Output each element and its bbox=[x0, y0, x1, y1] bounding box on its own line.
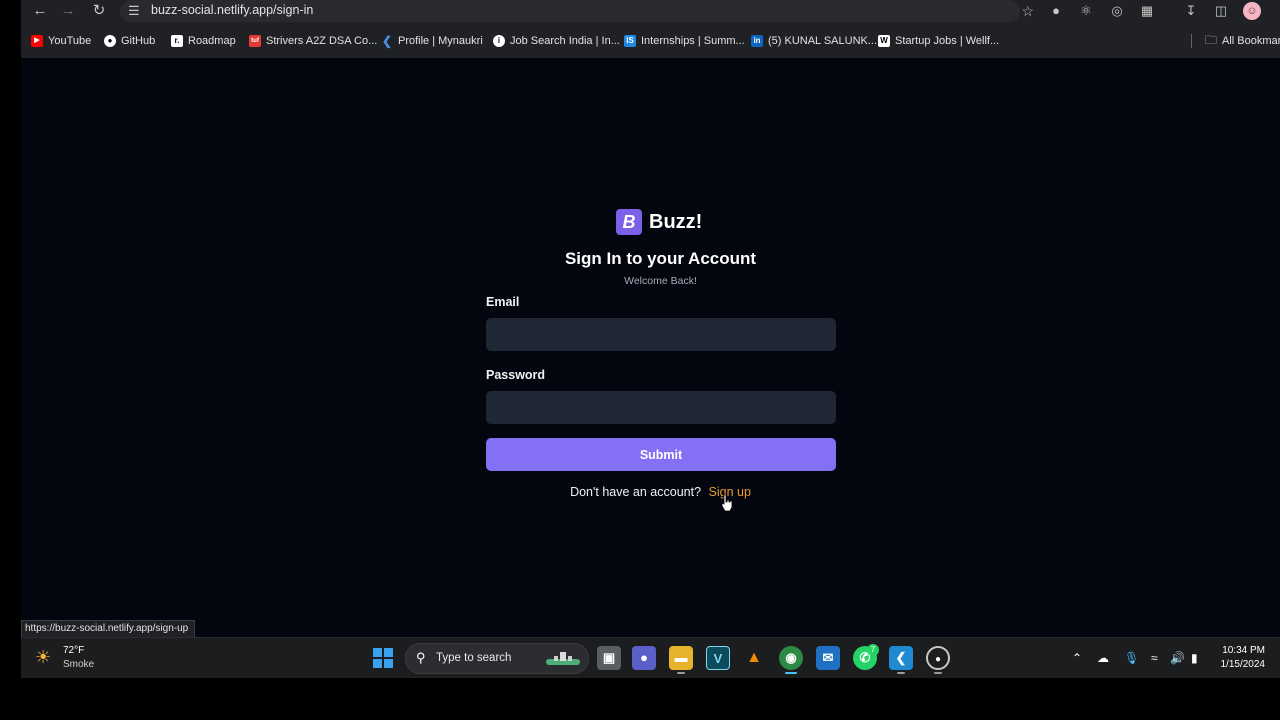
wellfound-icon: W bbox=[878, 35, 890, 47]
bookmark-label: Startup Jobs | Wellf... bbox=[895, 35, 1000, 47]
bookmark-label: YouTube bbox=[48, 35, 92, 47]
bookmark-youtube[interactable]: ▶ YouTube bbox=[31, 29, 91, 53]
reload-icon[interactable]: ↻ bbox=[89, 1, 109, 21]
email-field[interactable] bbox=[486, 318, 836, 351]
all-bookmarks-label: All Bookmar bbox=[1222, 35, 1280, 47]
task-view-icon[interactable]: ▣ bbox=[597, 646, 621, 670]
submit-button[interactable]: Submit bbox=[486, 438, 836, 471]
signup-prompt: Don't have an account? bbox=[570, 485, 702, 499]
running-indicator bbox=[677, 672, 685, 674]
vlc-icon[interactable]: ▲ bbox=[742, 646, 766, 670]
clock-date[interactable]: 1/15/2024 bbox=[1217, 659, 1266, 670]
linkedin-icon: in bbox=[751, 35, 763, 47]
bookmark-github[interactable]: ● GitHub bbox=[104, 29, 155, 53]
logo: B Buzz! bbox=[616, 208, 702, 236]
bookmark-label: Job Search India | In... bbox=[510, 35, 620, 47]
taskbar: ☀ 72°F Smoke ⚲ Type to search ▣ ● ▬ V ▲ … bbox=[21, 637, 1280, 678]
file-explorer-icon[interactable]: ▬ bbox=[669, 646, 693, 670]
vscode-icon[interactable]: ❮ bbox=[889, 646, 913, 670]
whatsapp-badge: 7 bbox=[867, 644, 879, 656]
page-subtitle: Welcome Back! bbox=[624, 275, 697, 287]
side-panel-icon[interactable]: ◫ bbox=[1212, 2, 1230, 20]
vertex-app-icon[interactable]: V bbox=[706, 646, 730, 670]
password-label: Password bbox=[486, 368, 546, 382]
windows-start-icon[interactable] bbox=[373, 648, 393, 668]
extensions-puzzle-icon[interactable]: ▦ bbox=[1138, 2, 1156, 20]
address-bar[interactable]: ☰ buzz-social.netlify.app/sign-in ☆ bbox=[120, 0, 1034, 22]
clock-time[interactable]: 10:34 PM bbox=[1217, 645, 1265, 656]
logo-badge-icon: B bbox=[616, 209, 642, 235]
download-icon[interactable]: ↧ bbox=[1182, 2, 1200, 20]
bookmark-strivers[interactable]: tuf Strivers A2Z DSA Co... bbox=[249, 29, 377, 53]
start-tile bbox=[373, 659, 382, 668]
bookmark-label: GitHub bbox=[121, 35, 156, 47]
page-title: Sign In to your Account bbox=[564, 249, 757, 268]
weather-condition[interactable]: Smoke bbox=[63, 659, 94, 670]
bookmark-job-search[interactable]: i Job Search India | In... bbox=[493, 29, 620, 53]
taskbar-search[interactable]: ⚲ Type to search bbox=[405, 643, 589, 674]
bookmark-naukri[interactable]: ❮ Profile | Mynaukri bbox=[381, 29, 483, 53]
naukri-icon: ❮ bbox=[381, 34, 393, 48]
start-tile bbox=[384, 659, 393, 668]
screen: ← → ↻ ☰ buzz-social.netlify.app/sign-in … bbox=[21, 0, 1280, 677]
forward-icon[interactable]: → bbox=[58, 1, 78, 21]
bookmark-star-icon[interactable]: ☆ bbox=[1021, 0, 1034, 22]
back-icon[interactable]: ← bbox=[30, 1, 50, 21]
hand-cursor-icon bbox=[721, 494, 733, 512]
roadmap-icon: r. bbox=[171, 35, 183, 47]
email-label: Email bbox=[486, 295, 520, 309]
search-placeholder: Type to search bbox=[436, 652, 512, 664]
weather-icon[interactable]: ☀ bbox=[35, 647, 51, 668]
bookmarks-bar: ▶ YouTube ● GitHub r. Roadmap tuf Strive… bbox=[21, 29, 1280, 53]
password-field[interactable] bbox=[486, 391, 836, 424]
microphone-icon[interactable]: 🎙 bbox=[1124, 651, 1139, 665]
youtube-icon: ▶ bbox=[31, 35, 43, 47]
tuf-icon: tuf bbox=[249, 35, 261, 47]
bookmark-linkedin[interactable]: in (5) KUNAL SALUNK... bbox=[751, 29, 877, 53]
url-text[interactable]: buzz-social.netlify.app/sign-in bbox=[151, 0, 313, 21]
target-extension-icon[interactable]: ◎ bbox=[1108, 2, 1126, 20]
teams-chat-icon[interactable]: ● bbox=[632, 646, 656, 670]
signup-prompt-line: Don't have an account? Sign up bbox=[461, 485, 860, 499]
running-indicator bbox=[934, 672, 942, 674]
running-indicator bbox=[897, 672, 905, 674]
onedrive-icon[interactable]: ☁ bbox=[1097, 651, 1109, 665]
bookmark-internships[interactable]: IS Internships | Summ... bbox=[624, 29, 745, 53]
brand-name: Buzz! bbox=[649, 210, 703, 233]
search-icon: ⚲ bbox=[416, 650, 426, 665]
address-row: ← → ↻ ☰ buzz-social.netlify.app/sign-in … bbox=[21, 0, 1280, 22]
start-tile bbox=[384, 648, 393, 657]
bookmark-label: Strivers A2Z DSA Co... bbox=[266, 35, 378, 47]
profile-avatar-icon[interactable]: ☺ bbox=[1243, 2, 1261, 20]
browser-chrome: ← → ↻ ☰ buzz-social.netlify.app/sign-in … bbox=[21, 0, 1280, 58]
obs-icon[interactable]: ● bbox=[926, 646, 950, 670]
bookmark-label: Internships | Summ... bbox=[641, 35, 745, 47]
search-highlight-icon bbox=[546, 652, 580, 665]
bookmark-roadmap[interactable]: r. Roadmap bbox=[171, 29, 236, 53]
mail-icon[interactable]: ✉ bbox=[816, 646, 840, 670]
site-info-icon[interactable]: ☰ bbox=[128, 0, 140, 22]
volume-icon[interactable]: 🔊 bbox=[1170, 651, 1185, 665]
all-bookmarks[interactable]: 🗀 All Bookmar bbox=[1205, 29, 1280, 53]
bookmark-label: Profile | Mynaukri bbox=[398, 35, 483, 47]
wifi-icon[interactable]: ≈ bbox=[1151, 651, 1158, 665]
chrome-icon[interactable]: ◉ bbox=[779, 646, 803, 670]
info-icon: i bbox=[493, 35, 505, 47]
battery-icon[interactable]: ▮ bbox=[1191, 651, 1198, 665]
react-devtools-icon[interactable]: ⚛ bbox=[1077, 2, 1095, 20]
weather-temp[interactable]: 72°F bbox=[63, 645, 84, 656]
github-icon: ● bbox=[104, 35, 116, 47]
bookmarks-separator bbox=[1191, 34, 1192, 48]
bookmark-wellfound[interactable]: W Startup Jobs | Wellf... bbox=[878, 29, 999, 53]
bookmark-label: (5) KUNAL SALUNK... bbox=[768, 35, 878, 47]
folder-icon: 🗀 bbox=[1205, 32, 1218, 47]
bookmark-label: Roadmap bbox=[188, 35, 236, 47]
active-app-indicator bbox=[785, 672, 797, 674]
internshala-icon: IS bbox=[624, 35, 636, 47]
start-tile bbox=[373, 648, 382, 657]
tray-chevron-up-icon[interactable]: ⌃ bbox=[1072, 651, 1082, 665]
extension-icon[interactable]: ● bbox=[1047, 2, 1065, 20]
